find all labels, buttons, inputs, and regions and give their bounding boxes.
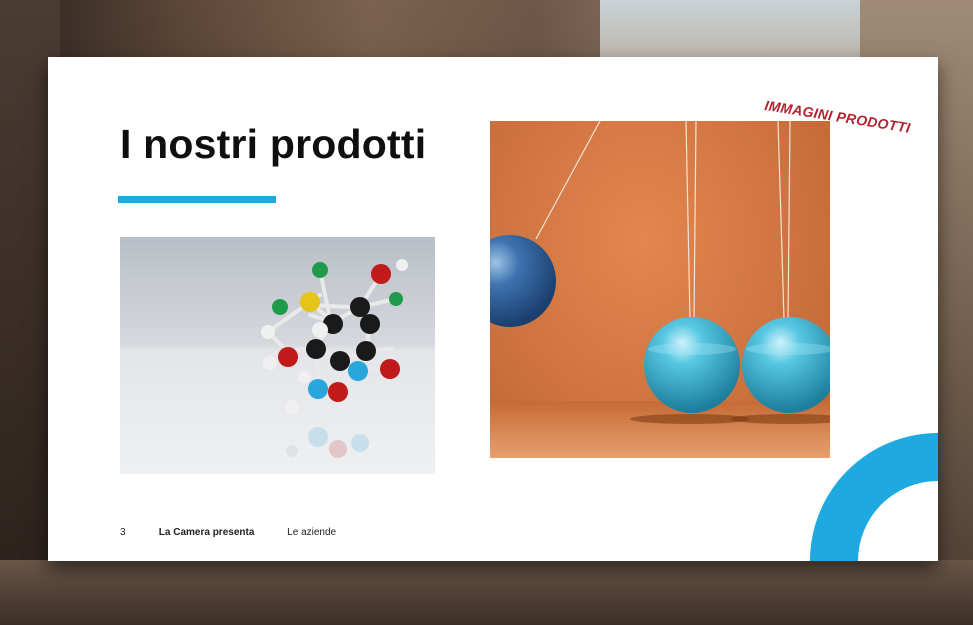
pendulum-illustration: [490, 121, 830, 458]
presentation-slide: I nostri prodotti IMMAGINI PRODOTTI 3 La…: [48, 57, 938, 561]
slide-footer: 3 La Camera presenta Le aziende: [120, 527, 336, 538]
decorative-blue-arc: [810, 433, 938, 561]
background-street: [0, 560, 973, 625]
footer-presenter: La Camera presenta: [158, 527, 255, 538]
slide-title: I nostri prodotti: [120, 121, 427, 167]
footer-section: Le aziende: [287, 527, 337, 538]
title-accent-bar: [118, 196, 276, 203]
molecule-model-image: [120, 237, 435, 474]
molecule-illustration: [261, 259, 408, 458]
page-number: 3: [120, 527, 126, 538]
newtons-cradle-image: [490, 121, 830, 458]
